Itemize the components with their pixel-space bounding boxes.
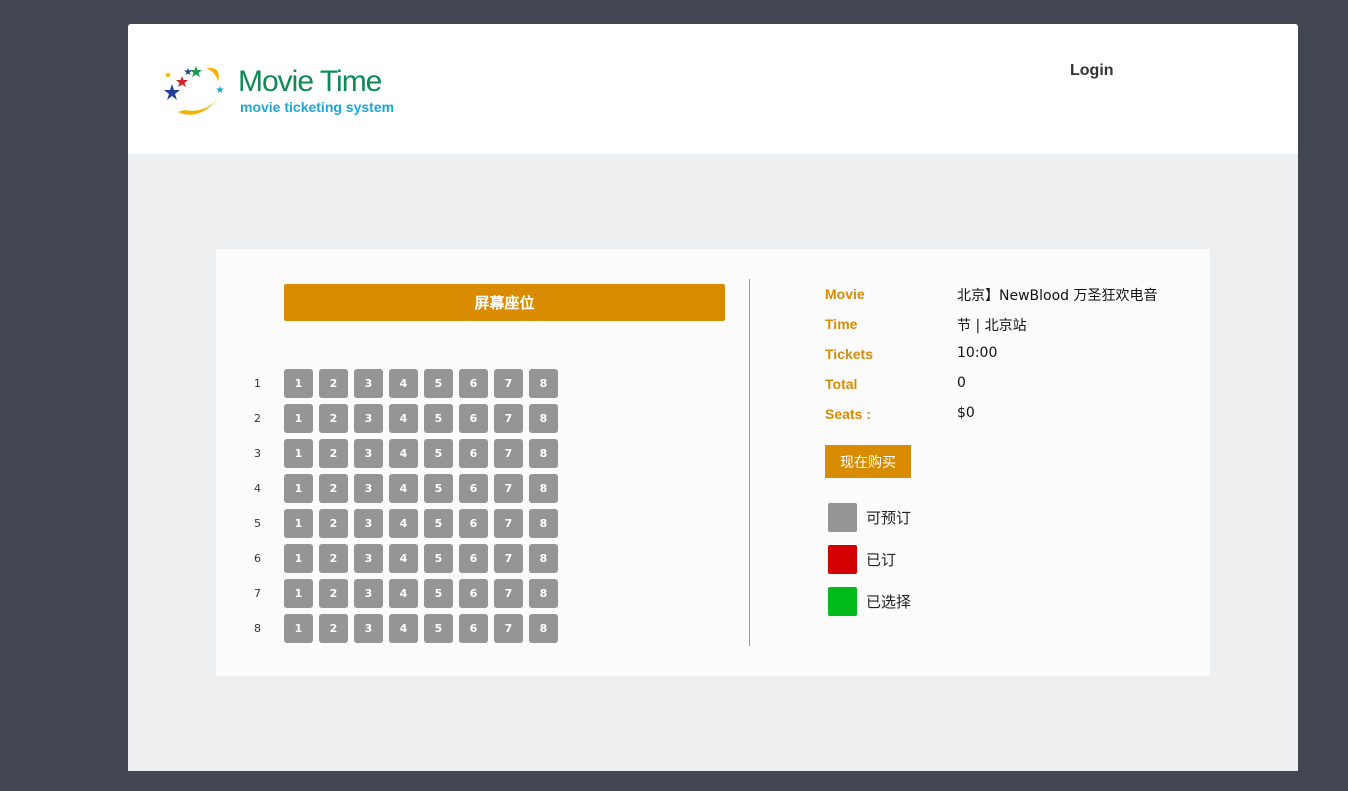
seat-button[interactable]: 7 [494, 579, 523, 608]
seat-button[interactable]: 7 [494, 544, 523, 573]
seat-button[interactable]: 4 [389, 369, 418, 398]
seat-button[interactable]: 7 [494, 509, 523, 538]
info-value-line-2: 节 | 北京站 [957, 318, 1027, 334]
seat-button[interactable]: 6 [459, 369, 488, 398]
seat-button[interactable]: 4 [389, 544, 418, 573]
seat-button[interactable]: 5 [424, 439, 453, 468]
seat-button[interactable]: 5 [424, 404, 453, 433]
seat-button[interactable]: 2 [319, 369, 348, 398]
seat-button[interactable]: 6 [459, 474, 488, 503]
seat-button[interactable]: 3 [354, 369, 383, 398]
site-header: Movie Time movie ticketing system Login [128, 24, 1298, 154]
row-label: 2 [254, 412, 261, 425]
seat-button[interactable]: 1 [284, 439, 313, 468]
seat-button[interactable]: 4 [389, 614, 418, 643]
seat-button[interactable]: 6 [459, 544, 488, 573]
seat-button[interactable]: 5 [424, 509, 453, 538]
seat-button[interactable]: 3 [354, 544, 383, 573]
seat-button[interactable]: 6 [459, 439, 488, 468]
seat-button[interactable]: 7 [494, 474, 523, 503]
seat-button[interactable]: 8 [529, 369, 558, 398]
legend-booked-label: 已订 [866, 551, 897, 569]
seat-button[interactable]: 5 [424, 614, 453, 643]
info-value-line-5: $0 [957, 405, 975, 421]
panel-divider [749, 279, 750, 646]
seat-button[interactable]: 8 [529, 579, 558, 608]
buy-now-button[interactable]: 现在购买 [825, 445, 911, 478]
app-frame: Movie Time movie ticketing system Login … [128, 24, 1298, 771]
seat-button[interactable]: 8 [529, 439, 558, 468]
legend-selected-label: 已选择 [866, 593, 912, 611]
seats-label: Seats : [825, 406, 871, 422]
seat-button[interactable]: 7 [494, 404, 523, 433]
movie-label: Movie [825, 286, 865, 302]
row-label: 5 [254, 517, 261, 530]
legend-available-swatch [828, 503, 857, 532]
seat-button[interactable]: 4 [389, 579, 418, 608]
row-label: 8 [254, 622, 261, 635]
booking-panel: 屏幕座位 11234567821234567831234567841234567… [216, 249, 1210, 676]
seat-button[interactable]: 2 [319, 439, 348, 468]
info-value-line-3: 10:00 [957, 345, 998, 361]
seat-button[interactable]: 8 [529, 404, 558, 433]
seat-button[interactable]: 4 [389, 509, 418, 538]
seat-button[interactable]: 3 [354, 614, 383, 643]
legend-available-label: 可预订 [866, 509, 912, 527]
row-label: 4 [254, 482, 261, 495]
seat-button[interactable]: 5 [424, 544, 453, 573]
seat-button[interactable]: 1 [284, 369, 313, 398]
seat-button[interactable]: 2 [319, 579, 348, 608]
seat-button[interactable]: 7 [494, 439, 523, 468]
seat-button[interactable]: 8 [529, 544, 558, 573]
row-label: 6 [254, 552, 261, 565]
seat-button[interactable]: 6 [459, 579, 488, 608]
logo-subtitle: movie ticketing system [240, 99, 395, 115]
row-label: 3 [254, 447, 261, 460]
seat-button[interactable]: 1 [284, 474, 313, 503]
seat-button[interactable]: 6 [459, 404, 488, 433]
seat-button[interactable]: 2 [319, 614, 348, 643]
seat-button[interactable]: 8 [529, 614, 558, 643]
info-value-line-4: 0 [957, 375, 966, 391]
seat-button[interactable]: 2 [319, 544, 348, 573]
legend-selected-swatch [828, 587, 857, 616]
seat-button[interactable]: 8 [529, 509, 558, 538]
row-label: 7 [254, 587, 261, 600]
seat-button[interactable]: 7 [494, 369, 523, 398]
logo-title: Movie Time [238, 65, 382, 98]
seat-button[interactable]: 1 [284, 614, 313, 643]
seat-button[interactable]: 1 [284, 404, 313, 433]
screen-label: 屏幕座位 [284, 284, 725, 321]
seat-button[interactable]: 2 [319, 404, 348, 433]
login-link[interactable]: Login [1070, 62, 1114, 80]
seat-button[interactable]: 2 [319, 474, 348, 503]
info-value-line-1: 北京】NewBlood 万圣狂欢电音 [957, 288, 1158, 304]
total-label: Total [825, 376, 858, 392]
seat-button[interactable]: 3 [354, 579, 383, 608]
seat-button[interactable]: 6 [459, 614, 488, 643]
stars-logo-icon [164, 66, 224, 115]
movie-time-logo[interactable]: Movie Time movie ticketing system [162, 62, 422, 122]
seat-button[interactable]: 1 [284, 544, 313, 573]
tickets-label: Tickets [825, 346, 873, 362]
seat-button[interactable]: 3 [354, 404, 383, 433]
seat-button[interactable]: 2 [319, 509, 348, 538]
seat-button[interactable]: 1 [284, 579, 313, 608]
seat-button[interactable]: 7 [494, 614, 523, 643]
seat-button[interactable]: 4 [389, 474, 418, 503]
seat-button[interactable]: 3 [354, 439, 383, 468]
seat-button[interactable]: 5 [424, 369, 453, 398]
seat-button[interactable]: 3 [354, 474, 383, 503]
seat-button[interactable]: 5 [424, 579, 453, 608]
seat-button[interactable]: 5 [424, 474, 453, 503]
seat-button[interactable]: 8 [529, 474, 558, 503]
seat-button[interactable]: 4 [389, 404, 418, 433]
seat-button[interactable]: 3 [354, 509, 383, 538]
row-label: 1 [254, 377, 261, 390]
seat-button[interactable]: 6 [459, 509, 488, 538]
seat-button[interactable]: 1 [284, 509, 313, 538]
seat-button[interactable]: 4 [389, 439, 418, 468]
legend-booked-swatch [828, 545, 857, 574]
time-label: Time [825, 316, 858, 332]
